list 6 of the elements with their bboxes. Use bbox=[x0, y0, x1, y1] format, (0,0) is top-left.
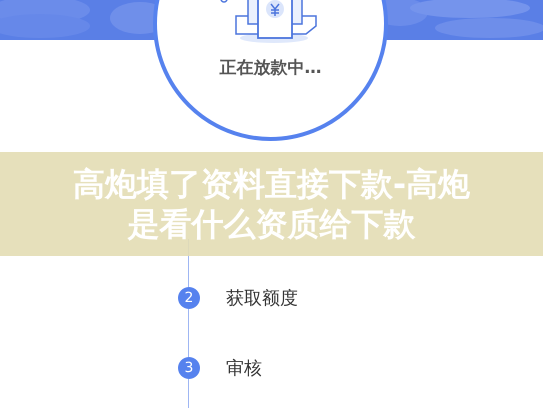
step-number: 3 bbox=[178, 357, 200, 379]
banner-title: 高炮填了资料直接下款-高炮是看什么资质给下款 bbox=[72, 164, 472, 244]
status-text: 正在放款中… bbox=[220, 56, 322, 80]
step-label: 审核 bbox=[226, 356, 262, 380]
step-number: 2 bbox=[178, 287, 200, 309]
step-label: 获取额度 bbox=[226, 286, 298, 310]
